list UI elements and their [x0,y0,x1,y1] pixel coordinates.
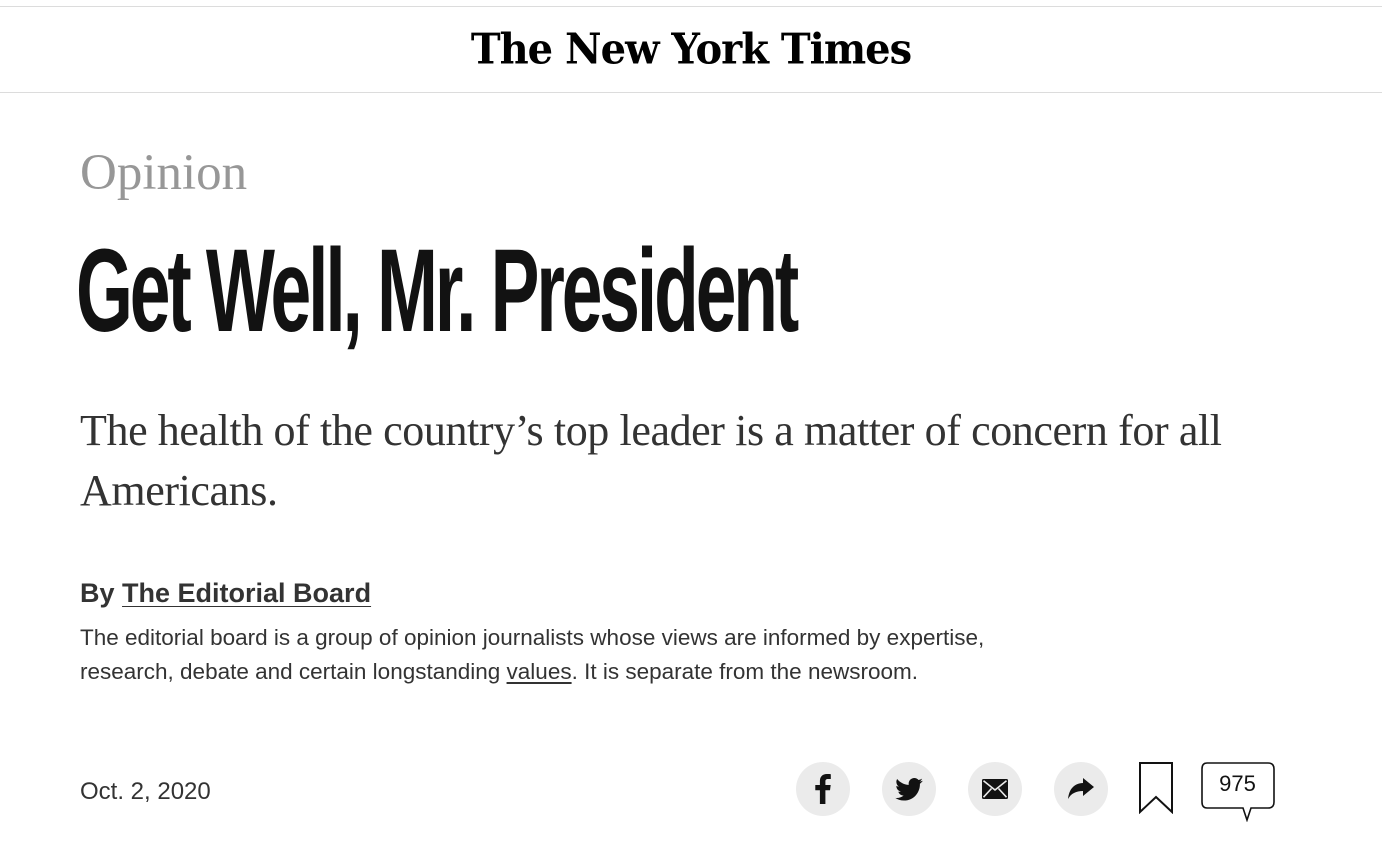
article-summary: The health of the country’s top leader i… [80,406,1222,515]
comment-count: 975 [1219,771,1256,796]
more-share-button[interactable] [1054,762,1108,816]
facebook-icon [815,774,831,804]
email-share-button[interactable] [968,762,1022,816]
byline-prefix: By [80,578,115,608]
nyt-logo[interactable]: The New York Times [471,25,912,74]
headline: Get Well, Mr. President [76,225,799,357]
save-bookmark-button[interactable] [1138,762,1174,815]
byline-author-link[interactable]: The Editorial Board [122,578,371,608]
comments-button[interactable]: 975 [1201,762,1275,822]
masthead: The New York Times [0,7,1382,93]
bio-values-link[interactable]: values [507,659,572,684]
twitter-share-button[interactable] [882,762,936,816]
author-bio: The editorial board is a group of opinio… [80,621,1040,689]
email-icon [982,779,1008,799]
bookmark-icon [1139,762,1173,815]
twitter-icon [895,777,923,801]
share-arrow-icon [1068,778,1094,799]
bio-text-end: . It is separate from the newsroom. [571,659,918,684]
byline: By The Editorial Board [80,578,371,609]
facebook-share-button[interactable] [796,762,850,816]
section-kicker[interactable]: Opinion [80,148,247,199]
publish-date: Oct. 2, 2020 [80,778,211,805]
